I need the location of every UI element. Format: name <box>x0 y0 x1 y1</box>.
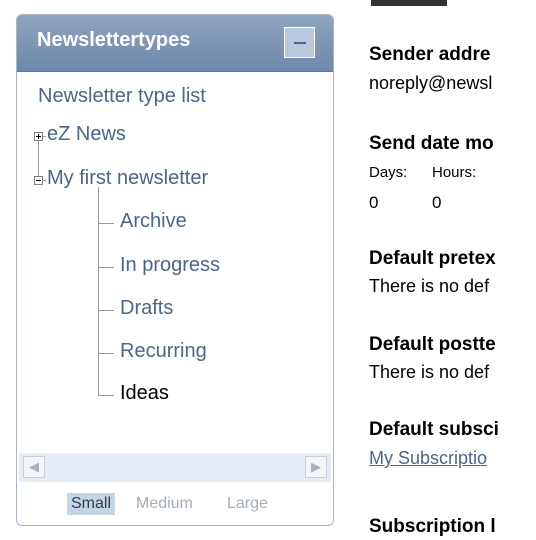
panel-title: Newslettertypes <box>37 29 191 51</box>
subscription-label: Subscription l <box>369 516 496 537</box>
horizontal-scrollbar[interactable]: ◀ ▶ <box>19 453 331 482</box>
tree-item-drafts[interactable]: Drafts <box>120 297 173 320</box>
scroll-right-arrow-icon[interactable]: ▶ <box>305 456 327 478</box>
sender-address-value: noreply@newsl <box>369 73 493 93</box>
font-size-medium[interactable]: Medium <box>136 493 193 515</box>
tree-item-my-first-newsletter[interactable]: My first newsletter <box>47 167 208 190</box>
hours-label: Hours: <box>432 164 477 181</box>
tree-item-ez-news[interactable]: eZ News <box>47 123 126 146</box>
clipped-text-fragment <box>371 0 447 6</box>
hours-value: 0 <box>432 193 442 212</box>
tree-item-in-progress[interactable]: In progress <box>120 254 220 277</box>
default-subscription-link[interactable]: My Subscriptio <box>369 448 487 469</box>
sender-address-label: Sender addre <box>369 44 491 65</box>
days-label: Days: <box>369 164 408 181</box>
days-value: 0 <box>369 193 379 212</box>
expand-icon[interactable] <box>34 132 43 141</box>
collapse-icon[interactable] <box>34 176 43 185</box>
scroll-left-arrow-icon[interactable]: ◀ <box>23 456 45 478</box>
default-posttext-label: Default postte <box>369 334 496 355</box>
tree-connector <box>98 310 114 311</box>
send-date-label: Send date mo <box>369 133 494 154</box>
minus-icon <box>294 42 306 44</box>
tree-connector <box>38 135 39 180</box>
tree-item-archive[interactable]: Archive <box>120 210 187 233</box>
tree-connector <box>98 353 114 354</box>
newsletter-details: Sender addre noreply@newsl Send date mo … <box>369 0 536 540</box>
tree-connector <box>98 187 99 396</box>
tree-item-recurring[interactable]: Recurring <box>120 340 207 363</box>
tree-connector <box>98 395 114 396</box>
tree-connector <box>98 223 114 224</box>
collapse-panel-button[interactable] <box>284 27 315 58</box>
default-subscription-label: Default subsci <box>369 419 499 440</box>
tree-root-newsletter-type-list[interactable]: Newsletter type list <box>38 85 206 108</box>
font-size-small[interactable]: Small <box>67 493 116 515</box>
default-pretext-label: Default pretex <box>369 248 496 269</box>
tree-item-ideas[interactable]: Ideas <box>120 382 169 405</box>
default-posttext-value: There is no def <box>369 362 490 382</box>
newslettertypes-panel: Newslettertypes Newsletter type list eZ … <box>16 14 334 526</box>
panel-header: Newslettertypes <box>17 15 333 72</box>
tree-connector <box>98 267 114 268</box>
font-size-large[interactable]: Large <box>227 493 268 515</box>
default-pretext-value: There is no def <box>369 276 490 296</box>
